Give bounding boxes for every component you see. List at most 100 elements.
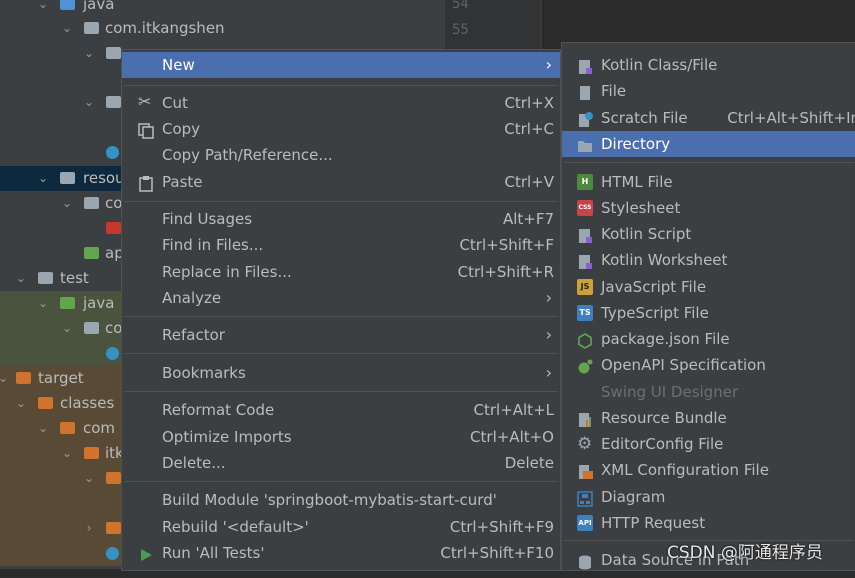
menu-item-label: OpenAPI Specification <box>601 356 766 374</box>
chevron-right-icon: › <box>545 363 552 382</box>
line-number: 54 <box>452 0 469 12</box>
tree-row-label: test <box>60 269 89 287</box>
menu-item-analyze[interactable]: Analyze › <box>122 285 560 311</box>
menu-item-replace-in-files[interactable]: Replace in Files... Ctrl+Shift+R <box>122 259 560 285</box>
chevron-down-icon[interactable]: ⌄ <box>36 291 50 316</box>
tree-row[interactable]: ⌄ java <box>0 0 445 17</box>
menu-item-label: Find in Files... <box>162 236 264 254</box>
shortcut-label: Ctrl+Shift+F9 <box>449 518 554 536</box>
excluded-folder-icon <box>106 522 121 534</box>
submenu-item-javascript-file[interactable]: JS JavaScript File <box>562 274 855 300</box>
diagram-icon <box>577 489 593 507</box>
submenu-item-stylesheet[interactable]: CSS Stylesheet <box>562 195 855 221</box>
chevron-down-icon[interactable]: ⌄ <box>82 466 96 491</box>
menu-item-label: HTML File <box>601 173 673 191</box>
chevron-down-icon[interactable]: ⌄ <box>82 90 96 115</box>
submenu-item-kotlin-class[interactable]: Kotlin Class/File <box>562 52 855 78</box>
menu-item-label: File <box>601 82 627 100</box>
shortcut-label: Ctrl+Alt+L <box>473 401 555 419</box>
menu-separator <box>124 201 558 202</box>
submenu-item-package-json[interactable]: package.json File <box>562 326 855 352</box>
chevron-down-icon[interactable]: ⌄ <box>14 266 28 291</box>
chevron-down-icon[interactable]: ⌄ <box>14 391 28 416</box>
tree-row[interactable]: ⌄ com.itkangshen <box>0 16 445 41</box>
menu-item-find-in-files[interactable]: Find in Files... Ctrl+Shift+F <box>122 232 560 258</box>
menu-item-cut[interactable]: ✂ Cut Ctrl+X <box>122 90 560 116</box>
excluded-folder-icon <box>60 422 75 434</box>
menu-item-label: Kotlin Worksheet <box>601 251 728 269</box>
menu-item-label: Kotlin Script <box>601 225 692 243</box>
submenu-item-typescript-file[interactable]: TS TypeScript File <box>562 300 855 326</box>
openapi-icon <box>577 357 593 374</box>
menu-item-bookmarks[interactable]: Bookmarks › <box>122 360 560 386</box>
chevron-down-icon[interactable]: ⌄ <box>36 166 50 191</box>
chevron-down-icon[interactable]: ⌄ <box>60 191 74 216</box>
submenu-item-openapi[interactable]: OpenAPI Specification <box>562 352 855 378</box>
package-icon <box>106 47 121 59</box>
menu-item-label: Optimize Imports <box>162 428 292 446</box>
menu-item-label: Directory <box>601 135 671 153</box>
menu-item-label: XML Configuration File <box>601 461 769 479</box>
menu-item-label: Reformat Code <box>162 401 275 419</box>
tree-row-label: com.itkangshen <box>105 19 225 37</box>
tree-row-label: java <box>83 0 115 13</box>
folder-icon <box>577 136 593 152</box>
submenu-item-http-request[interactable]: API HTTP Request <box>562 510 855 536</box>
chevron-down-icon[interactable]: ⌄ <box>60 16 74 41</box>
menu-item-label: package.json File <box>601 330 730 348</box>
chevron-down-icon[interactable]: ⌄ <box>60 441 74 466</box>
menu-item-label: Find Usages <box>162 210 253 228</box>
line-number: 55 <box>452 22 469 38</box>
menu-item-delete[interactable]: Delete... Delete <box>122 450 560 476</box>
menu-item-run-tests[interactable]: Run 'All Tests' Ctrl+Shift+F10 <box>122 540 560 566</box>
api-file-icon: API <box>577 515 593 531</box>
shortcut-label: Ctrl+Shift+R <box>457 263 554 281</box>
menu-item-refactor[interactable]: Refactor › <box>122 322 560 348</box>
tree-row-label: target <box>38 369 84 387</box>
submenu-item-kotlin-script[interactable]: Kotlin Script <box>562 221 855 247</box>
menu-item-reformat-code[interactable]: Reformat Code Ctrl+Alt+L <box>122 397 560 423</box>
shortcut-label: Ctrl+V <box>504 173 554 191</box>
folder-icon <box>84 197 99 209</box>
submenu-item-resource-bundle[interactable]: Resource Bundle <box>562 405 855 431</box>
xml-file-icon <box>577 462 593 479</box>
submenu-item-diagram[interactable]: Diagram <box>562 484 855 510</box>
folder-icon <box>60 0 75 10</box>
submenu-item-xml-config[interactable]: XML Configuration File <box>562 457 855 483</box>
tree-row-label: java <box>83 294 115 312</box>
menu-item-copy-path[interactable]: Copy Path/Reference... <box>122 142 560 168</box>
menu-item-label: JavaScript File <box>601 278 707 296</box>
menu-item-rebuild[interactable]: Rebuild '<default>' Ctrl+Shift+F9 <box>122 514 560 540</box>
menu-separator <box>124 391 558 392</box>
menu-item-label: Run 'All Tests' <box>162 544 265 562</box>
menu-item-copy[interactable]: Copy Ctrl+C <box>122 116 560 142</box>
excluded-folder-icon <box>84 447 99 459</box>
menu-item-find-usages[interactable]: Find Usages Alt+F7 <box>122 206 560 232</box>
menu-item-label: Diagram <box>601 488 666 506</box>
chevron-right-icon[interactable]: › <box>82 516 96 541</box>
chevron-down-icon[interactable]: ⌄ <box>82 41 96 66</box>
submenu-item-file[interactable]: File <box>562 78 855 104</box>
menu-item-new[interactable]: New › <box>122 52 560 78</box>
excluded-folder-icon <box>16 372 31 384</box>
file-icon <box>106 222 121 234</box>
submenu-item-html-file[interactable]: H HTML File <box>562 169 855 195</box>
html-file-icon: H <box>577 174 593 190</box>
menu-item-build-module[interactable]: Build Module 'springboot-mybatis-start-c… <box>122 487 560 513</box>
submenu-item-directory[interactable]: Directory <box>562 131 855 157</box>
context-menu: New › ✂ Cut Ctrl+X Copy Ctrl+C Copy Path… <box>121 49 561 571</box>
chevron-down-icon[interactable]: ⌄ <box>0 366 10 391</box>
menu-separator <box>124 481 558 482</box>
shortcut-label: Ctrl+Shift+F10 <box>440 544 554 562</box>
submenu-item-editorconfig[interactable]: ⚙ EditorConfig File <box>562 431 855 457</box>
menu-item-optimize-imports[interactable]: Optimize Imports Ctrl+Alt+O <box>122 424 560 450</box>
menu-item-label: Refactor <box>162 326 225 344</box>
submenu-item-swing-ui-designer: Swing UI Designer <box>562 379 855 405</box>
submenu-item-kotlin-worksheet[interactable]: Kotlin Worksheet <box>562 247 855 273</box>
submenu-item-scratch-file[interactable]: Scratch File Ctrl+Alt+Shift+In <box>562 105 855 131</box>
excluded-folder-icon <box>106 472 121 484</box>
chevron-down-icon[interactable]: ⌄ <box>60 316 74 341</box>
menu-item-paste[interactable]: Paste Ctrl+V <box>122 169 560 195</box>
chevron-down-icon[interactable]: ⌄ <box>36 0 50 17</box>
chevron-down-icon[interactable]: ⌄ <box>36 416 50 441</box>
